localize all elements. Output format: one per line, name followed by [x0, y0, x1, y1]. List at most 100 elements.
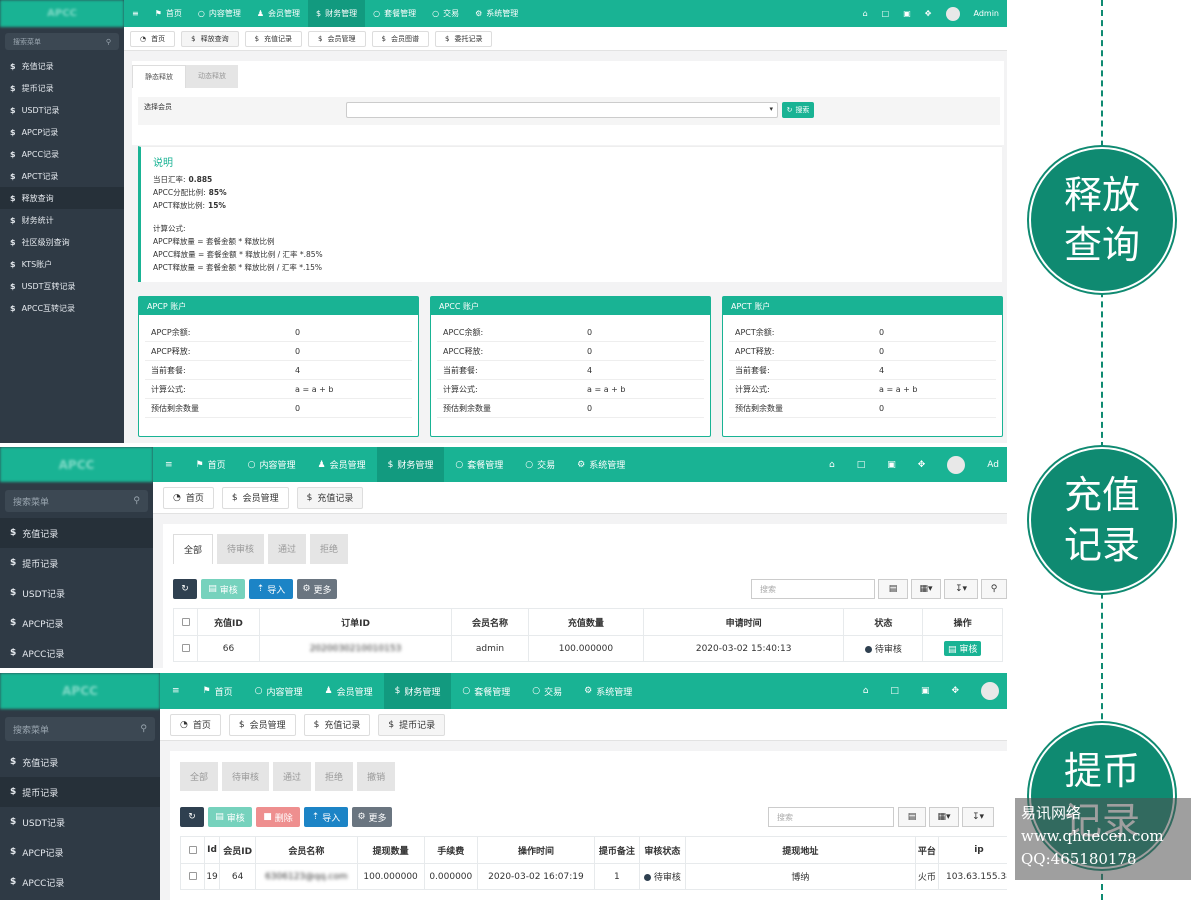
filter-tab[interactable]: 通过 [268, 534, 307, 564]
filter-tab[interactable]: 撤销 [357, 762, 396, 791]
nav-item[interactable]: ♟ 会员管理 [314, 673, 384, 709]
page-tab[interactable]: ◔ 首页 [170, 713, 221, 736]
audit-row-button[interactable]: ▤ 审核 [943, 641, 982, 656]
page-tab[interactable]: $ 提币记录 [378, 713, 446, 736]
tab-static-release[interactable]: 静态释放 [132, 65, 186, 88]
theme-icon[interactable]: ▣ [903, 9, 911, 18]
page-tab[interactable]: $ 会员图谱 [371, 30, 429, 47]
nav-item[interactable]: ⚙ 系统管理 [573, 673, 643, 709]
import-button[interactable]: ⇡ 导入 [304, 807, 348, 827]
grid-dropdown-button[interactable]: ▦▾ [911, 579, 941, 599]
table-row[interactable]: 66 2020030210010153 admin 100.000000 202… [173, 635, 1003, 662]
nav-item[interactable]: $ 财务管理 [376, 447, 445, 482]
home-icon[interactable]: ⌂ [863, 9, 868, 18]
sidebar-search[interactable]: 搜索菜单 ⚲ [5, 490, 148, 512]
nav-item[interactable]: ○ 交易 [424, 0, 467, 27]
page-tab[interactable]: $ 委托记录 [434, 30, 493, 47]
sidebar-item[interactable]: $ USDT互转记录 [0, 275, 124, 297]
nav-item[interactable]: $ 财务管理 [308, 0, 366, 27]
home-icon[interactable]: ⌂ [863, 686, 869, 696]
nav-item[interactable]: ⚙ 系统管理 [566, 447, 636, 482]
column-header[interactable]: 会员名称 [451, 608, 529, 636]
sidebar-item[interactable]: $ KTS账户 [0, 253, 124, 275]
select-all-checkbox[interactable] [173, 608, 198, 636]
column-header[interactable]: 提现数量 [356, 836, 425, 864]
column-header[interactable]: 会员ID [219, 836, 257, 864]
sidebar-item[interactable]: $ APCC互转记录 [0, 297, 124, 319]
sidebar-item[interactable]: $ 提币记录 [0, 77, 124, 99]
sidebar-item[interactable]: $ 充值记录 [0, 518, 153, 548]
page-tab[interactable]: $ 释放查询 [181, 30, 239, 47]
fullscreen-icon[interactable]: ✥ [951, 686, 959, 696]
filter-tab[interactable]: 全部 [180, 762, 219, 791]
nav-item[interactable]: ○ 套餐管理 [365, 0, 424, 27]
page-tab[interactable]: ◔ 首页 [130, 30, 176, 47]
sidebar-item[interactable]: $ APCC记录 [0, 867, 160, 897]
tab-dynamic-release[interactable]: 动态释放 [186, 65, 238, 88]
sidebar-item[interactable]: $ USDT记录 [0, 578, 153, 608]
nav-item[interactable]: ⚑ 首页 [192, 673, 244, 709]
sidebar-search-input[interactable]: 搜索菜单 [13, 723, 49, 736]
sidebar-item[interactable]: $ 社区级别查询 [0, 231, 124, 253]
page-tab[interactable]: $ 充值记录 [296, 486, 364, 509]
sidebar-item[interactable]: $ APCT记录 [0, 165, 124, 187]
column-header[interactable]: 平台 [914, 836, 939, 864]
search-button[interactable]: ↻ 搜索 [782, 102, 814, 118]
column-header[interactable]: 提币备注 [593, 836, 640, 864]
admin-name[interactable]: Admin [974, 9, 1000, 18]
theme-icon[interactable]: ▣ [887, 460, 896, 470]
table-row[interactable]: 19 64 6306123@qq.com 100.000000 0.000000… [180, 863, 1007, 890]
filter-tab[interactable]: 待审核 [222, 762, 270, 791]
column-header[interactable]: 手续费 [423, 836, 478, 864]
home-icon[interactable]: ⌂ [829, 460, 835, 470]
delete-button[interactable]: ■ 删除 [256, 807, 300, 827]
sidebar-item[interactable]: $ 财务统计 [0, 209, 124, 231]
nav-item[interactable]: ⚙ 系统管理 [467, 0, 526, 27]
fullscreen-icon[interactable]: ✥ [925, 9, 932, 18]
column-header[interactable]: 充值ID [197, 608, 260, 636]
select-all-checkbox[interactable] [180, 836, 205, 864]
filter-tab[interactable]: 通过 [273, 762, 312, 791]
avatar[interactable] [947, 455, 966, 474]
nav-item[interactable]: ○ 套餐管理 [451, 673, 521, 709]
row-checkbox[interactable] [180, 863, 205, 890]
nav-item[interactable]: ♟ 会员管理 [249, 0, 308, 27]
filter-tab[interactable]: 拒绝 [310, 534, 349, 564]
search-toggle-button[interactable]: ⚲ [981, 579, 1007, 599]
sidebar-item[interactable]: $ APCC记录 [0, 143, 124, 165]
member-select[interactable]: ▾ [346, 102, 778, 118]
nav-item[interactable]: ○ 内容管理 [244, 673, 314, 709]
sidebar-item[interactable]: $ APCP记录 [0, 121, 124, 143]
import-button[interactable]: ⇡ 导入 [249, 579, 293, 599]
nav-item[interactable]: ○ 交易 [521, 673, 573, 709]
page-tab[interactable]: $ 会员管理 [228, 713, 296, 736]
trash-icon[interactable]: □ [857, 460, 866, 470]
filter-tab[interactable]: 待审核 [217, 534, 265, 564]
avatar[interactable] [981, 682, 999, 700]
sidebar-search-input[interactable]: 搜索菜单 [13, 495, 49, 508]
menu-toggle-icon[interactable]: ≡ [124, 0, 147, 27]
nav-item[interactable]: ⚑ 首页 [147, 0, 190, 27]
nav-item[interactable]: $ 财务管理 [383, 673, 452, 709]
sidebar-search[interactable]: 搜索菜单 ⚲ [5, 33, 119, 50]
column-header[interactable]: 审核状态 [638, 836, 686, 864]
table-search-input[interactable]: 搜索 [768, 807, 894, 827]
page-tab[interactable]: $ 充值记录 [303, 713, 371, 736]
more-button[interactable]: ⚙ 更多 [297, 579, 337, 599]
sidebar-item[interactable]: $ 释放查询 [0, 187, 124, 209]
column-header[interactable]: 提现地址 [684, 836, 916, 864]
sidebar-item[interactable]: $ 充值记录 [0, 55, 124, 77]
avatar[interactable] [945, 6, 960, 21]
sidebar-item[interactable]: $ 提币记录 [0, 777, 160, 807]
sidebar-item[interactable]: $ USDT记录 [0, 99, 124, 121]
columns-toggle-button[interactable]: ▤ [898, 807, 926, 827]
audit-button[interactable]: ▤ 审核 [201, 579, 245, 599]
sidebar-item[interactable]: $ APCP记录 [0, 837, 160, 867]
column-header[interactable]: 状态 [843, 608, 924, 636]
nav-item[interactable]: ○ 内容管理 [237, 447, 307, 482]
column-header[interactable]: Id [203, 836, 221, 864]
column-header[interactable]: 充值数量 [527, 608, 644, 636]
page-tab[interactable]: $ 充值记录 [244, 30, 303, 47]
column-header[interactable]: 申请时间 [642, 608, 845, 636]
refresh-button[interactable]: ↻ [173, 579, 197, 599]
